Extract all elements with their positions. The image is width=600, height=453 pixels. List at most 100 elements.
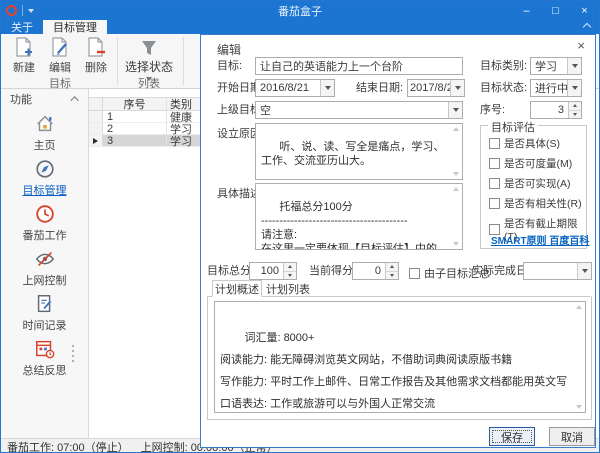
smart-principle-link[interactable]: SMART原则 百度百科 <box>491 232 589 247</box>
dropdown-arrow-icon[interactable] <box>450 80 464 96</box>
scroll-up-icon[interactable] <box>576 305 582 309</box>
column-header-seq[interactable]: 序号 <box>103 98 167 110</box>
delete-document-icon <box>85 36 107 58</box>
clock-icon <box>34 203 56 225</box>
sidebar-header[interactable]: 功能 <box>1 89 88 109</box>
goal-input[interactable]: 让自己的英语能力上一个台阶 <box>255 57 463 75</box>
panel-close-icon[interactable]: × <box>577 39 585 52</box>
sidebar-item-label: 主页 <box>34 137 56 153</box>
home-icon <box>34 113 56 135</box>
sidebar-item-internet-control[interactable]: 上网控制 <box>1 247 88 289</box>
dropdown-arrow-icon[interactable] <box>448 102 462 118</box>
chevron-up-icon <box>583 23 591 31</box>
spinner-buttons[interactable] <box>283 263 296 279</box>
ribbon-group-separator <box>117 37 118 85</box>
current-score-spinner[interactable]: 0 <box>352 262 399 280</box>
checkbox-measurable[interactable]: 是否可度量(M) <box>489 156 572 171</box>
finish-date-combo[interactable] <box>523 262 592 280</box>
app-window: 番茄盒子 – □ × 关于 目标管理 新建 <box>0 0 600 453</box>
total-score-spinner[interactable]: 100 <box>249 262 297 280</box>
description-textarea[interactable]: 托福总分100分 -------------------------------… <box>255 183 463 250</box>
note-pencil-icon <box>34 293 56 315</box>
category-combo[interactable]: 学习 <box>530 57 582 75</box>
calendar-clock-icon <box>34 338 56 360</box>
table-row-selected[interactable]: 3 学习 <box>89 135 201 147</box>
tomato-app-icon <box>6 5 17 16</box>
checkbox-icon <box>409 268 420 279</box>
sidebar-item-time-record[interactable]: 时间记录 <box>1 292 88 334</box>
sidebar-item-pomodoro-work[interactable]: 番茄工作 <box>1 202 88 244</box>
checkbox-relevant[interactable]: 是否有相关性(R) <box>489 196 582 211</box>
goal-evaluation-title: 目标评估 <box>488 119 538 135</box>
end-date-combo[interactable]: 2017/8/21 <box>407 79 465 97</box>
tab-plan-list[interactable]: 计划列表 <box>264 280 312 297</box>
scroll-down-icon[interactable] <box>576 405 582 409</box>
ribbon-group-list-label: 列表 <box>119 75 179 91</box>
cell-seq: 2 <box>103 123 167 134</box>
current-score-label: 当前得分: <box>309 262 356 280</box>
ribbon-collapse-button[interactable] <box>584 24 591 31</box>
edit-button-label: 编辑 <box>49 59 71 75</box>
category-label: 目标类别: <box>480 57 527 75</box>
spinner-buttons[interactable] <box>385 263 398 279</box>
dropdown-arrow-icon[interactable] <box>320 80 334 96</box>
status-combo[interactable]: 进行中 <box>530 79 582 97</box>
tab-about[interactable]: 关于 <box>1 20 43 34</box>
scroll-down-icon[interactable] <box>453 172 459 176</box>
quick-access-separator <box>22 5 23 16</box>
status-pomodoro: 番茄工作: 07:00（停止） <box>7 439 129 453</box>
edit-button[interactable]: 编辑 <box>43 36 77 76</box>
checkbox-icon <box>489 198 500 209</box>
scroll-up-icon[interactable] <box>453 187 459 191</box>
scroll-down-icon[interactable] <box>453 242 459 246</box>
new-button[interactable]: 新建 <box>7 36 41 76</box>
reason-textarea[interactable]: 听、说、读、写全是痛点，学习、工作、交流亚历山大。 <box>255 123 463 180</box>
seq-spinner[interactable]: 3 <box>530 101 582 119</box>
delete-button[interactable]: 删除 <box>79 36 113 76</box>
sidebar-item-summary-reflection[interactable]: 总结反思 <box>1 337 88 379</box>
spinner-buttons[interactable] <box>568 102 581 118</box>
new-document-icon <box>13 36 35 58</box>
filter-icon <box>139 38 159 58</box>
edit-document-icon <box>49 36 71 58</box>
new-button-label: 新建 <box>13 59 35 75</box>
checkbox-achievable[interactable]: 是否可实现(A) <box>489 176 571 191</box>
start-date-combo[interactable]: 2016/8/21 <box>255 79 335 97</box>
row-indicator <box>89 135 103 146</box>
minimize-button[interactable]: – <box>512 1 541 20</box>
cancel-button[interactable]: 取消 <box>549 427 595 446</box>
dropdown-arrow-icon[interactable] <box>567 80 581 96</box>
scroll-up-icon[interactable] <box>453 127 459 131</box>
parent-goal-combo[interactable]: 空 <box>255 101 463 119</box>
ribbon-tabstrip: 关于 目标管理 <box>1 20 599 34</box>
sidebar-item-goal-management[interactable]: 目标管理 <box>1 157 88 199</box>
cell-seq: 3 <box>103 135 167 146</box>
quick-access-dropdown-icon[interactable] <box>28 9 34 13</box>
delete-button-label: 删除 <box>85 59 107 75</box>
close-button[interactable]: × <box>570 1 599 20</box>
plan-overview-textarea[interactable]: 词汇量: 8000+ 阅读能力: 能无障碍浏览英文网站，不借助词典阅读原版书籍 … <box>214 301 586 413</box>
checkbox-icon <box>489 158 500 169</box>
checkbox-icon <box>489 138 500 149</box>
sidebar-item-label: 上网控制 <box>23 272 67 288</box>
compass-icon <box>34 158 56 180</box>
ribbon-group-separator2 <box>183 37 184 85</box>
goal-label: 目标: <box>217 57 242 75</box>
save-button[interactable]: 保存 <box>489 427 535 446</box>
sidebar-item-label: 目标管理 <box>23 182 67 198</box>
sidebar-item-label: 番茄工作 <box>23 227 67 243</box>
tab-plan-overview[interactable]: 计划概述 <box>212 280 262 297</box>
sidebar-splitter-grip[interactable] <box>72 345 74 362</box>
sidebar-header-label: 功能 <box>10 91 32 107</box>
sidebar: 功能 主页 目标管理 番茄工作 <box>1 89 89 438</box>
plan-group: 词汇量: 8000+ 阅读能力: 能无障碍浏览英文网站，不借助词典阅读原版书籍 … <box>207 296 592 420</box>
dropdown-arrow-icon[interactable] <box>567 58 581 74</box>
checkbox-specific[interactable]: 是否具体(S) <box>489 136 560 151</box>
goal-table: 序号 类别 1 健康 2 学习 3 学习 <box>89 97 201 147</box>
eye-off-icon <box>34 248 56 270</box>
edit-panel-title: 编辑 <box>217 41 241 58</box>
sidebar-item-home[interactable]: 主页 <box>1 112 88 154</box>
dropdown-arrow-icon[interactable] <box>577 263 591 279</box>
maximize-button[interactable]: □ <box>541 1 570 20</box>
tab-goal-management[interactable]: 目标管理 <box>43 20 107 34</box>
